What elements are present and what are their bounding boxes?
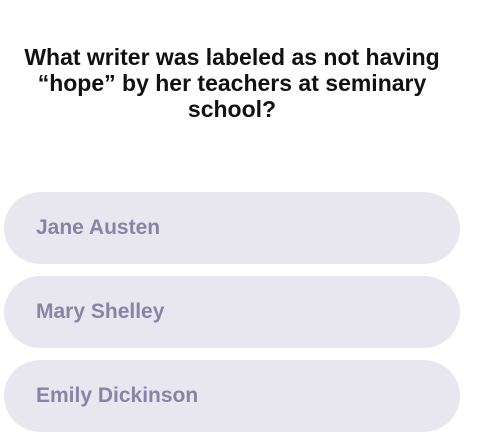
answer-option-jane-austen[interactable]: Jane Austen bbox=[4, 192, 460, 264]
answer-option-label: Jane Austen bbox=[36, 216, 161, 239]
question-text: What writer was labeled as not having “h… bbox=[24, 44, 440, 122]
answer-option-mary-shelley[interactable]: Mary Shelley bbox=[4, 276, 460, 348]
answer-option-emily-dickinson[interactable]: Emily Dickinson bbox=[4, 360, 460, 432]
answer-option-label: Mary Shelley bbox=[36, 300, 165, 323]
answer-option-label: Emily Dickinson bbox=[36, 384, 199, 407]
answer-options: Jane Austen Mary Shelley Emily Dickinson bbox=[4, 192, 460, 432]
